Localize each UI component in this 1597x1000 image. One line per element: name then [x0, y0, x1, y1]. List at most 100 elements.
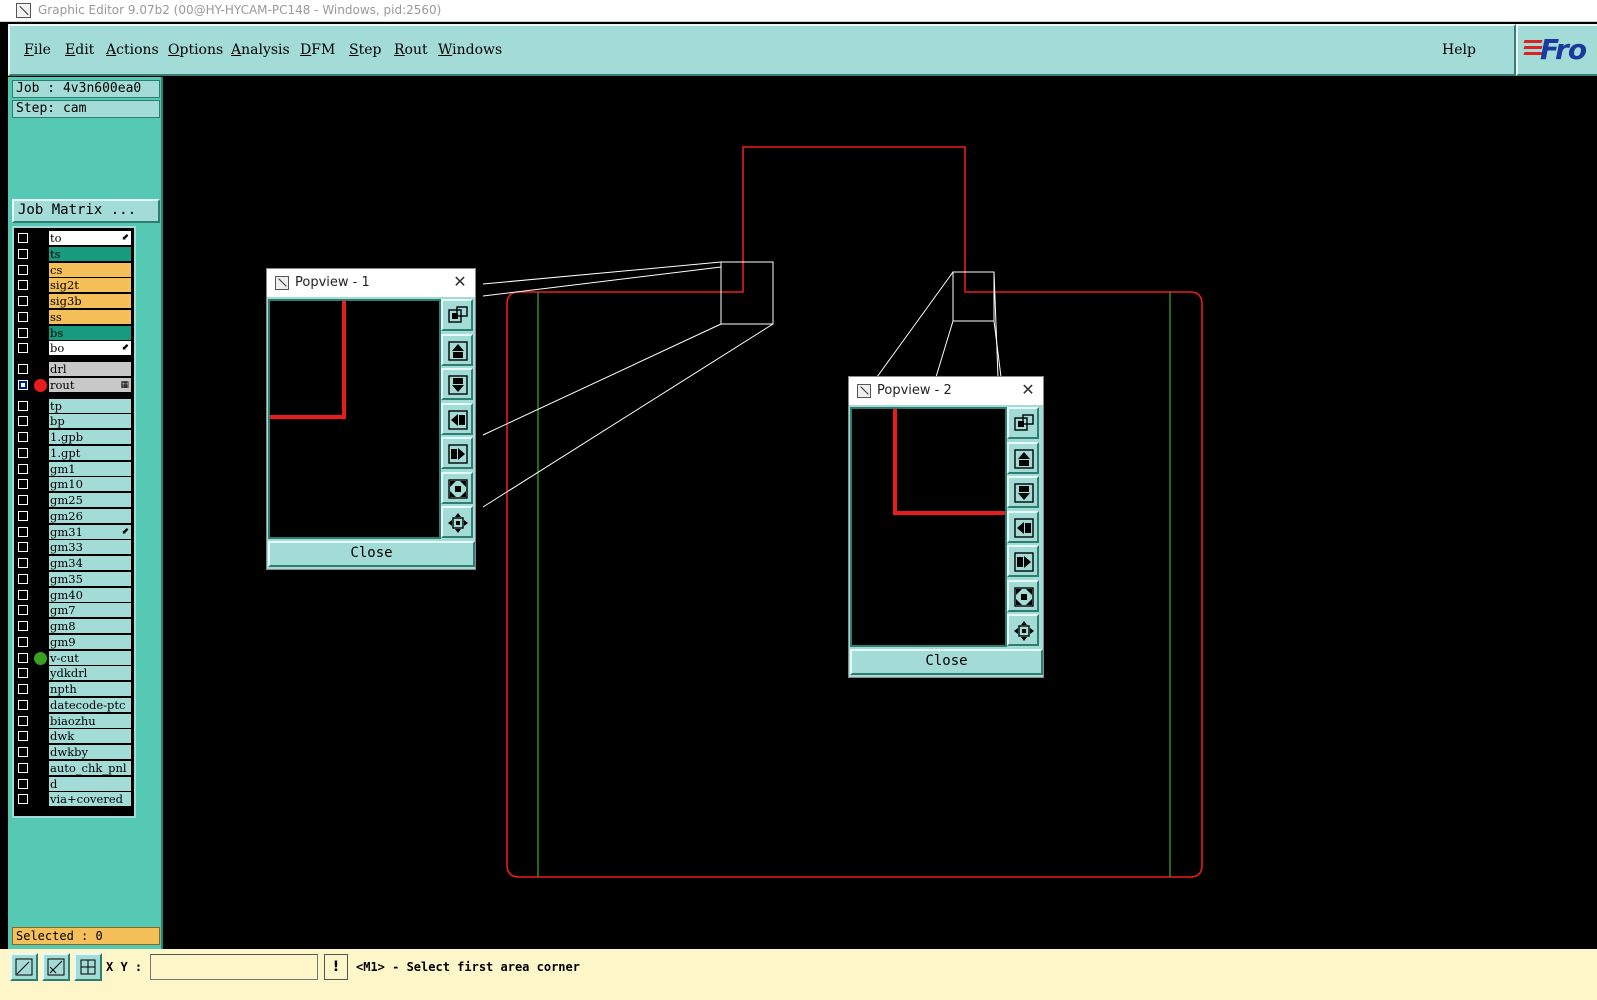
layer-name[interactable]: gm10 [49, 477, 131, 493]
layer-checkbox[interactable] [18, 400, 28, 411]
layer-name[interactable]: via+covered [49, 792, 131, 808]
zoom-home-button[interactable] [441, 506, 473, 538]
pan-up-button[interactable] [1007, 441, 1039, 474]
layer-checkbox[interactable] [18, 479, 28, 490]
zoom-out-button[interactable] [1007, 579, 1039, 612]
layer-name[interactable]: cs [49, 262, 131, 278]
layer-row-npth[interactable]: npth [14, 682, 134, 697]
layer-checkbox[interactable] [18, 311, 28, 322]
layer-row-1-gpb[interactable]: 1.gpb [14, 430, 134, 445]
layer-checkbox[interactable] [18, 248, 28, 259]
menu-actions[interactable]: Actions [106, 42, 159, 58]
layer-row-gm10[interactable]: gm10 [14, 477, 134, 493]
job-matrix-button[interactable]: Job Matrix ... [12, 199, 160, 223]
layer-row-gm35[interactable]: gm35 [14, 571, 134, 587]
layer-name[interactable]: bo ⬋ [49, 341, 131, 357]
menu-options[interactable]: Options [168, 42, 223, 58]
menu-dfm[interactable]: DFM [300, 42, 335, 58]
layer-checkbox[interactable] [18, 715, 28, 726]
layer-checkbox[interactable] [18, 558, 28, 568]
layer-row-dwk[interactable]: dwk [14, 729, 134, 745]
layer-row-gm25[interactable]: gm25 [14, 493, 134, 508]
layer-row-ss[interactable]: ss [14, 309, 134, 325]
pan-left-button[interactable] [441, 402, 473, 435]
snap-mode-button[interactable] [10, 953, 38, 981]
layer-name[interactable]: npth [49, 682, 131, 697]
layer-name[interactable]: gm34 [49, 556, 131, 571]
layer-name[interactable]: biaozhu [49, 713, 131, 729]
pan-right-button[interactable] [441, 437, 473, 469]
menu-analysis[interactable]: Analysis [231, 42, 290, 58]
layer-checkbox[interactable] [18, 731, 28, 742]
layer-name[interactable]: gm9 [49, 634, 131, 650]
menu-windows[interactable]: Windows [438, 42, 502, 58]
layer-row-sig2t[interactable]: sig2t [14, 278, 134, 294]
menu-file[interactable]: File [24, 42, 51, 58]
layer-checkbox[interactable] [18, 495, 28, 505]
layer-name[interactable]: gm40 [49, 587, 131, 603]
layer-row-gm9[interactable]: gm9 [14, 634, 134, 650]
layer-name[interactable]: rout ▦ [49, 377, 131, 393]
layer-checkbox[interactable] [18, 542, 28, 553]
zoom-home-button[interactable] [1007, 614, 1039, 646]
layer-row-gm26[interactable]: gm26 [14, 508, 134, 524]
layer-name[interactable]: 1.gpt [49, 445, 131, 461]
layer-name[interactable]: drl [49, 362, 131, 377]
grid-button[interactable] [74, 953, 102, 981]
layer-name[interactable]: gm26 [49, 508, 131, 524]
layer-name[interactable]: bp [49, 414, 131, 430]
layer-checkbox[interactable] [18, 652, 28, 663]
layer-row-gm8[interactable]: gm8 [14, 619, 134, 634]
layer-checkbox[interactable] [18, 343, 28, 354]
layer-checkbox[interactable] [18, 364, 28, 374]
layer-checkbox[interactable] [18, 416, 28, 427]
layer-checkbox[interactable] [18, 463, 28, 474]
layer-name[interactable]: gm1 [49, 461, 131, 477]
pan-left-button[interactable] [1007, 510, 1039, 543]
layer-name[interactable]: ss [49, 309, 131, 325]
layer-row-gm40[interactable]: gm40 [14, 587, 134, 603]
layer-row-gm1[interactable]: gm1 [14, 461, 134, 477]
layer-row-sig3b[interactable]: sig3b [14, 294, 134, 309]
pan-down-button[interactable] [1007, 476, 1039, 508]
pan-down-button[interactable] [441, 368, 473, 400]
layer-row-auto-chk-pnl[interactable]: auto_chk_pnl [14, 760, 134, 776]
layer-name[interactable]: dwk [49, 729, 131, 745]
layer-name[interactable]: ts [49, 246, 131, 262]
layer-checkbox[interactable] [18, 589, 28, 600]
zoom-out-button[interactable] [441, 471, 473, 504]
layer-row-to[interactable]: to ⬋ [14, 231, 134, 246]
xy-coordinate-input[interactable] [150, 954, 318, 980]
layer-row-bs[interactable]: bs [14, 325, 134, 341]
layer-name[interactable]: ydkdrl [49, 666, 131, 682]
menu-step[interactable]: Step [349, 42, 381, 58]
close-icon[interactable]: ✕ [451, 272, 469, 291]
layer-checkbox[interactable] [18, 526, 28, 537]
warning-button[interactable]: ! [324, 954, 348, 980]
layer-checkbox[interactable] [18, 296, 28, 306]
layer-name[interactable]: gm7 [49, 603, 131, 619]
layer-row-via-covered[interactable]: via+covered [14, 792, 134, 808]
layer-row-ts[interactable]: ts [14, 246, 134, 262]
layer-name[interactable]: bs [49, 325, 131, 341]
layer-checkbox[interactable] [18, 510, 28, 521]
layer-checkbox[interactable] [18, 762, 28, 773]
layer-name[interactable]: d [49, 776, 131, 792]
popview-2-canvas[interactable] [850, 407, 1007, 647]
zoom-window-button[interactable] [1007, 407, 1039, 439]
layer-checkbox[interactable] [18, 794, 28, 805]
popview-1-canvas[interactable] [268, 299, 441, 539]
layer-checkbox[interactable] [18, 379, 28, 390]
layer-checkbox[interactable] [18, 605, 28, 616]
layer-row-ydkdrl[interactable]: ydkdrl [14, 666, 134, 682]
menu-edit[interactable]: Edit [65, 42, 94, 58]
layer-row-biaozhu[interactable]: biaozhu [14, 713, 134, 729]
popview-1-close-button[interactable]: Close [268, 541, 475, 567]
layer-row-gm34[interactable]: gm34 [14, 556, 134, 571]
layer-row-tp[interactable]: tp [14, 398, 134, 414]
layer-name[interactable]: gm8 [49, 619, 131, 634]
layer-name[interactable]: dwkby [49, 745, 131, 760]
layer-row-gm33[interactable]: gm33 [14, 540, 134, 556]
pan-up-button[interactable] [441, 333, 473, 366]
layer-checkbox[interactable] [18, 699, 28, 710]
